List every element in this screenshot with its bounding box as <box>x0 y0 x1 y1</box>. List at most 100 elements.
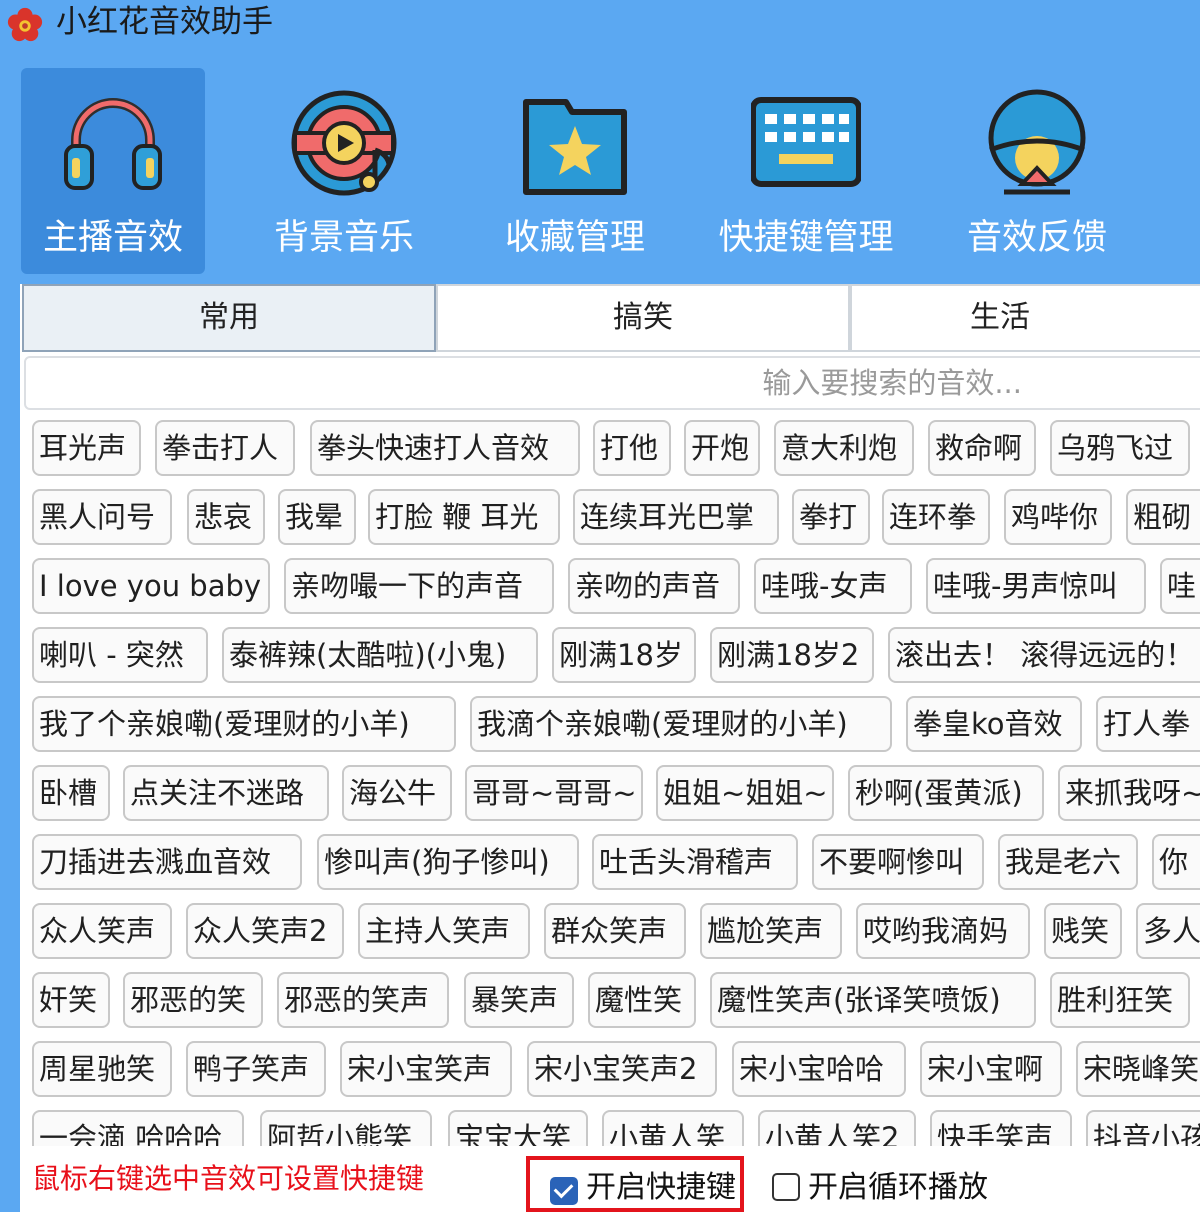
star-folder-icon <box>523 99 627 195</box>
sound-button[interactable]: 魔性笑声(张译笑喷饭) <box>710 972 1036 1028</box>
sound-button[interactable]: 滚出去！ 滚得远远的！ <box>888 627 1200 683</box>
sound-button[interactable]: 周星驰笑 <box>32 1041 172 1097</box>
sound-button[interactable]: 姐姐~姐姐~ <box>656 765 834 821</box>
sound-button[interactable]: 众人笑声 <box>32 903 172 959</box>
tab-common[interactable]: 常用 <box>22 284 436 352</box>
sound-button[interactable]: 连续耳光巴掌 <box>573 489 779 545</box>
sound-button[interactable]: 小黄人笑2 <box>758 1110 916 1146</box>
sound-button[interactable]: 暴笑声 <box>464 972 574 1028</box>
enable-loop-option[interactable]: 开启循环播放 <box>770 1160 1000 1212</box>
sound-button[interactable]: I love you baby <box>32 558 270 614</box>
sound-button[interactable]: 喇叭 - 突然 <box>32 627 208 683</box>
sound-button[interactable]: 我是老六 <box>998 834 1138 890</box>
sound-button[interactable]: 刚满18岁 <box>552 627 696 683</box>
sound-button[interactable]: 泰裤辣(太酷啦)(小鬼) <box>222 627 538 683</box>
enable-hotkey-option[interactable]: 开启快捷键 <box>526 1156 744 1212</box>
nav-hotkeys[interactable]: 快捷键管理 <box>714 68 898 274</box>
sound-button[interactable]: 不要啊惨叫 <box>812 834 984 890</box>
sound-button[interactable]: 众人笑声2 <box>186 903 344 959</box>
sound-button[interactable]: 刀插进去溅血音效 <box>32 834 302 890</box>
sound-button[interactable]: 抖音小孩 <box>1086 1110 1200 1146</box>
sound-button[interactable]: 群众笑声 <box>544 903 686 959</box>
enable-loop-checkbox[interactable] <box>772 1173 800 1201</box>
sound-button[interactable]: 来抓我呀~ <box>1058 765 1200 821</box>
sound-button[interactable]: 拳头快速打人音效 <box>310 420 580 476</box>
sound-button[interactable]: 救命啊 <box>928 420 1036 476</box>
sound-button[interactable]: 悲哀 <box>187 489 265 545</box>
tab-funny[interactable]: 搞笑 <box>436 284 850 352</box>
nav-label: 快捷键管理 <box>718 218 894 258</box>
sound-button[interactable]: 拳皇ko音效 <box>906 696 1082 752</box>
sound-button[interactable]: 哇哦-女声 <box>754 558 912 614</box>
sound-button[interactable]: 秒啊(蛋黄派) <box>848 765 1044 821</box>
sound-button[interactable]: 多人 <box>1136 903 1200 959</box>
sound-panel: 常用 搞笑 生活 耳光声 拳击打人 拳头快速打人音效 打他 开炮 意大利炮 救命… <box>20 284 1200 1212</box>
feedback-lamp-icon <box>988 89 1086 195</box>
sound-button[interactable]: 打他 <box>593 420 671 476</box>
sound-button[interactable]: 哇 <box>1160 558 1200 614</box>
hotkey-hint-text: 鼠标右键选中音效可设置快捷键 <box>32 1162 425 1195</box>
nav-anchor-sounds[interactable]: 主播音效 <box>21 68 205 274</box>
sound-button[interactable]: 宋小宝哈哈 <box>732 1041 906 1097</box>
sound-button[interactable]: 宋小宝笑声 <box>340 1041 512 1097</box>
sound-button[interactable]: 拳打 <box>792 489 870 545</box>
sound-button[interactable]: 魔性笑 <box>588 972 696 1028</box>
sound-button[interactable]: 宋小宝啊 <box>920 1041 1062 1097</box>
sound-button[interactable]: 我晕 <box>278 489 356 545</box>
sound-button[interactable]: 邪恶的笑 <box>123 972 263 1028</box>
nav-background-music[interactable]: 背景音乐 <box>252 68 436 274</box>
sound-button[interactable]: 吐舌头滑稽声 <box>592 834 798 890</box>
sound-button[interactable]: 拳击打人 <box>155 420 295 476</box>
sound-button[interactable]: 亲吻嘬一下的声音 <box>284 558 554 614</box>
sound-button[interactable]: 哥哥~哥哥~ <box>465 765 643 821</box>
enable-loop-label[interactable]: 开启循环播放 <box>808 1168 988 1208</box>
sound-button[interactable]: 连环拳 <box>882 489 990 545</box>
nav-feedback[interactable]: 音效反馈 <box>945 68 1129 274</box>
sound-button[interactable]: 黑人问号 <box>32 489 172 545</box>
sound-button[interactable]: 哎哟我滴妈 <box>856 903 1030 959</box>
sound-button[interactable]: 开炮 <box>684 420 760 476</box>
sound-button[interactable]: 尴尬笑声 <box>700 903 842 959</box>
sound-button[interactable]: 鸭子笑声 <box>186 1041 326 1097</box>
sound-button[interactable]: 意大利炮 <box>774 420 914 476</box>
sound-button[interactable]: 快手笑声 <box>930 1110 1072 1146</box>
sound-button[interactable]: 乌鸦飞过 <box>1050 420 1190 476</box>
enable-hotkey-label[interactable]: 开启快捷键 <box>586 1168 736 1208</box>
enable-hotkey-checkbox[interactable] <box>550 1177 578 1205</box>
sound-button[interactable]: 粗砌 <box>1126 489 1200 545</box>
sound-button[interactable]: 一会滴 哈哈哈 <box>32 1110 244 1146</box>
sound-button[interactable]: 宝宝大笑 <box>448 1110 588 1146</box>
sound-button[interactable]: 耳光声 <box>32 420 141 476</box>
sound-button[interactable]: 我滴个亲娘嘞(爱理财的小羊) <box>470 696 892 752</box>
sound-button[interactable]: 胜利狂笑 <box>1050 972 1190 1028</box>
sound-button[interactable]: 宋小宝笑声2 <box>527 1041 717 1097</box>
sound-button[interactable]: 打脸 鞭 耳光 <box>368 489 560 545</box>
sound-button[interactable]: 你 <box>1152 834 1200 890</box>
keyboard-icon <box>751 97 861 187</box>
sound-button[interactable]: 宋晓峰笑 <box>1076 1041 1200 1097</box>
music-disc-icon <box>291 90 397 196</box>
sound-button[interactable]: 奸笑 <box>32 972 110 1028</box>
sound-button[interactable]: 哇哦-男声惊叫 <box>926 558 1146 614</box>
sound-button[interactable]: 惨叫声(狗子惨叫) <box>317 834 579 890</box>
nav-favorites[interactable]: 收藏管理 <box>483 68 667 274</box>
red-flower-icon <box>7 7 43 42</box>
sound-button[interactable]: 刚满18岁2 <box>710 627 874 683</box>
headphones-icon <box>64 98 162 190</box>
sound-button[interactable]: 主持人笑声 <box>358 903 530 959</box>
sound-button[interactable]: 海公牛 <box>342 765 452 821</box>
sound-button[interactable]: 贱笑 <box>1044 903 1122 959</box>
sound-button[interactable]: 鸡哔你 <box>1004 489 1112 545</box>
sound-button[interactable]: 我了个亲娘嘞(爱理财的小羊) <box>32 696 456 752</box>
sound-button[interactable]: 小黄人笑 <box>602 1110 744 1146</box>
sound-button[interactable]: 卧槽 <box>32 765 110 821</box>
nav-label: 音效反馈 <box>966 218 1107 258</box>
sound-button[interactable]: 亲吻的声音 <box>568 558 740 614</box>
tab-life[interactable]: 生活 <box>850 284 1200 352</box>
sound-button[interactable]: 邪恶的笑声 <box>277 972 449 1028</box>
sound-button[interactable]: 打人拳 <box>1096 696 1200 752</box>
app-title: 小红花音效助手 <box>56 4 273 40</box>
sound-button[interactable]: 阿哲小熊笑 <box>260 1110 432 1146</box>
search-input[interactable] <box>24 356 1200 410</box>
sound-button[interactable]: 点关注不迷路 <box>123 765 329 821</box>
